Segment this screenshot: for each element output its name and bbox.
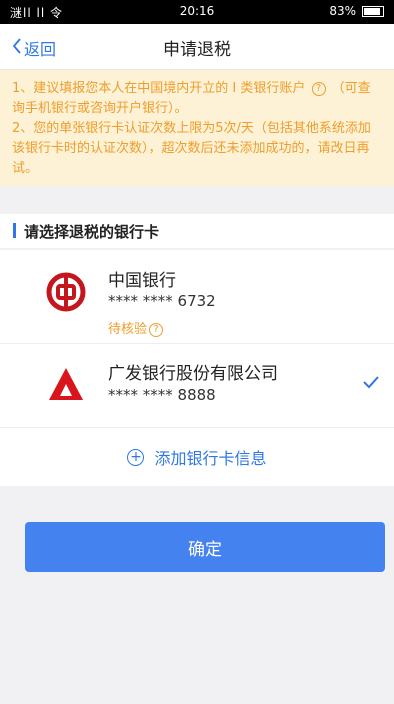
bank-name: 广发银行股份有限公司 xyxy=(108,364,278,384)
page-title: 申请退税 xyxy=(163,40,231,60)
section-title: 请选择退税的银行卡 xyxy=(24,223,160,241)
section-marker xyxy=(13,223,16,238)
bank-card-number: **** **** 6732 xyxy=(108,292,216,310)
status-bar: 㴹ll ll 令 20:16 83% xyxy=(0,0,394,24)
bank-card-number: **** **** 8888 xyxy=(108,386,216,404)
bank-name: 中国银行 xyxy=(108,271,176,291)
notice-panel: 1、建议填报您本人在中国境内开立的 I 类银行账户 ? （可查询手机银行或咨询开… xyxy=(0,70,394,186)
notice-line-1a: 1、建议填报您本人在中国境内开立的 I 类银行账户 xyxy=(12,81,306,96)
battery-indicator: 83% xyxy=(329,4,384,18)
plus-circle-icon: + xyxy=(127,448,145,466)
notice-line-2: 2、您的单张银行卡认证次数上限为5次/天（包括其他系统添加该银行卡时的认证次数）… xyxy=(12,121,371,176)
help-icon[interactable]: ? xyxy=(311,81,326,96)
confirm-button[interactable]: 确定 xyxy=(25,522,385,572)
cgb-logo-icon xyxy=(46,364,86,408)
bank-card-item-cgb[interactable]: 广发银行股份有限公司 **** **** 8888 xyxy=(0,344,394,428)
battery-percent: 83% xyxy=(329,4,356,18)
bank-card-list: 中国银行 **** **** 6732 待核验? 广发银行股份有限公司 ****… xyxy=(0,250,394,428)
help-icon[interactable]: ? xyxy=(149,322,164,337)
add-bank-card-button[interactable]: + 添加银行卡信息 xyxy=(0,428,394,486)
checkmark-icon xyxy=(362,374,380,393)
add-card-label: 添加银行卡信息 xyxy=(154,449,267,468)
verify-status-label: 待核验 xyxy=(108,322,148,337)
nav-bar: 返回 申请退税 xyxy=(0,24,394,70)
section-header: 请选择退税的银行卡 xyxy=(0,214,394,248)
boc-logo-icon xyxy=(46,272,86,316)
battery-icon xyxy=(362,5,384,17)
verify-status[interactable]: 待核验? xyxy=(108,318,165,337)
bank-card-item-boc[interactable]: 中国银行 **** **** 6732 待核验? xyxy=(0,250,394,344)
